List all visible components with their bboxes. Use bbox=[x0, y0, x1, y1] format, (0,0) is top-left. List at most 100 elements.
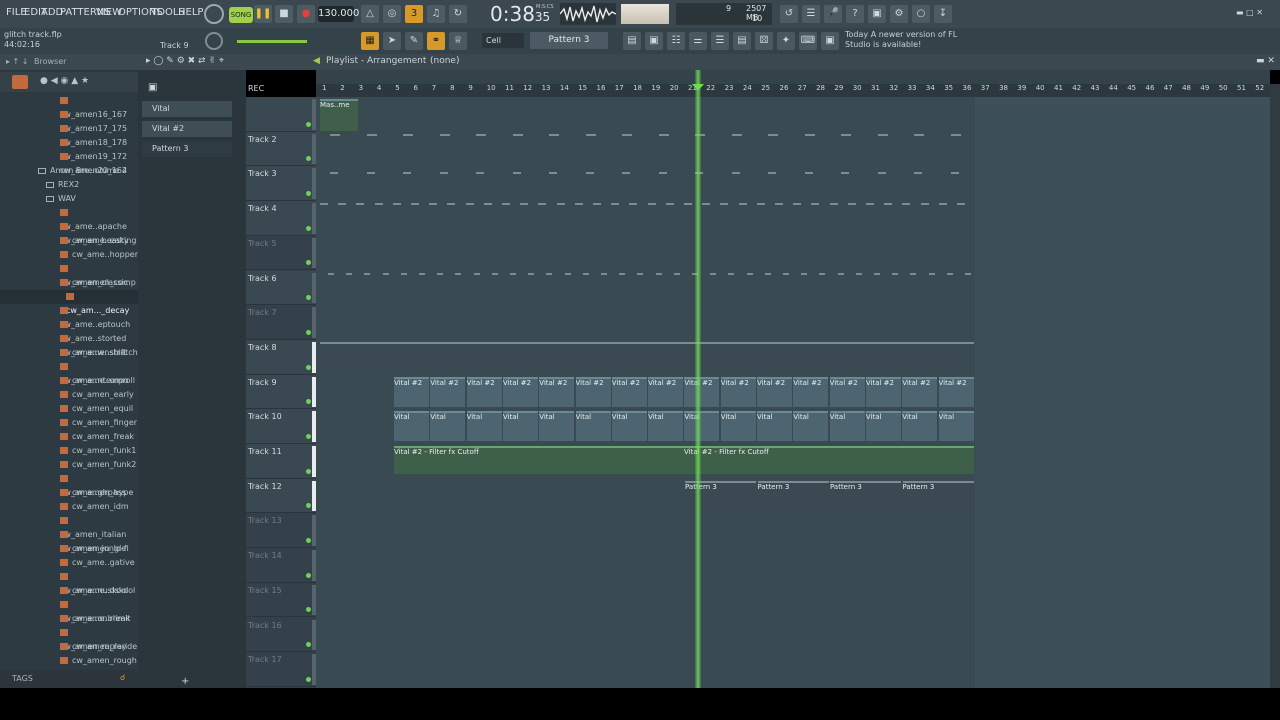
picker-item-vital-2[interactable]: Vital #2 bbox=[142, 121, 232, 137]
tempo-display[interactable]: 130.000 bbox=[318, 6, 359, 22]
track-mute-led-icon[interactable] bbox=[306, 676, 311, 682]
pattern-clip-small[interactable] bbox=[491, 272, 498, 303]
pattern-clip-small[interactable] bbox=[647, 203, 656, 234]
stamp-icon[interactable]: ♕ bbox=[449, 32, 467, 50]
pattern-clip-small[interactable] bbox=[892, 272, 899, 303]
track-header[interactable]: Track 8 bbox=[246, 339, 318, 375]
pattern-3-clip[interactable]: Pattern 3 bbox=[830, 480, 901, 511]
pattern-clip-small[interactable] bbox=[837, 272, 844, 303]
pattern-clip-small[interactable] bbox=[804, 133, 815, 164]
vertical-scrollbar[interactable] bbox=[1270, 84, 1280, 688]
browser-file[interactable]: cw_amen20_164 bbox=[0, 150, 138, 175]
stop-button[interactable]: ■ bbox=[275, 5, 293, 23]
pattern-clip-small[interactable] bbox=[847, 203, 856, 234]
pattern-clip-small[interactable] bbox=[564, 272, 571, 303]
play-button[interactable]: ❚❚ bbox=[254, 5, 272, 23]
arrangement-name[interactable]: (none) bbox=[430, 56, 459, 66]
browser-file[interactable]: cw_ame..storted bbox=[0, 318, 138, 343]
pattern-clip-small[interactable] bbox=[658, 172, 667, 195]
track-header[interactable]: Track 12 bbox=[246, 478, 318, 514]
track-header[interactable]: Track 16 bbox=[246, 617, 318, 653]
playhead[interactable] bbox=[695, 70, 701, 688]
track-mute-led-icon[interactable] bbox=[306, 364, 311, 370]
vital-2-clip[interactable]: Vital #2 bbox=[684, 376, 720, 407]
help-icon[interactable]: ? bbox=[846, 5, 864, 23]
browser-file[interactable]: cw_ame..eptouch bbox=[0, 304, 138, 329]
browser-file[interactable]: cw_amen_idm bbox=[0, 500, 138, 514]
pattern-clip-small[interactable] bbox=[346, 272, 353, 303]
pattern-clip-small[interactable] bbox=[437, 272, 444, 303]
mixer-view-icon[interactable]: ⚌ bbox=[689, 32, 707, 50]
pattern-clip-small[interactable] bbox=[866, 203, 874, 234]
browser-file[interactable]: cw_ame..eaking bbox=[0, 234, 138, 248]
vital-2-clip[interactable]: Vital #2 bbox=[466, 376, 502, 407]
vital-clip[interactable]: Vital bbox=[865, 411, 901, 442]
vital-clip[interactable]: Vital bbox=[757, 411, 792, 442]
plugin-db-icon[interactable]: ⚄ bbox=[755, 32, 773, 50]
vital-clip[interactable]: Vital bbox=[902, 411, 938, 442]
pattern-clip-small[interactable] bbox=[841, 133, 851, 164]
pattern-clip-small[interactable] bbox=[366, 133, 377, 164]
browser-file[interactable]: cw_ame..wnshift bbox=[0, 332, 138, 357]
track-mute-led-icon[interactable] bbox=[306, 503, 311, 509]
master-automation-clip[interactable]: Mas..me bbox=[320, 99, 358, 131]
mixer-icon[interactable]: ☰ bbox=[802, 5, 820, 23]
pattern-clip-small[interactable] bbox=[447, 203, 456, 234]
browser-file[interactable]: cw_amen_italian bbox=[0, 514, 138, 539]
track-mute-led-icon[interactable] bbox=[306, 329, 311, 335]
pattern-clip-small[interactable] bbox=[429, 203, 438, 234]
pattern-clip-small[interactable] bbox=[950, 172, 959, 195]
record-button[interactable]: ● bbox=[297, 5, 315, 23]
pattern-clip-small[interactable] bbox=[455, 272, 462, 303]
audio-clip-long[interactable] bbox=[320, 341, 974, 372]
pattern-clip-small[interactable] bbox=[330, 133, 340, 164]
pattern-3-clip[interactable]: Pattern 3 bbox=[757, 480, 829, 511]
browser-file[interactable]: cw_ame..dskool bbox=[0, 584, 138, 598]
browser-file[interactable]: cw_am..._decay bbox=[0, 290, 138, 315]
pattern-clip-small[interactable] bbox=[655, 272, 662, 303]
playlist-overview[interactable] bbox=[316, 70, 1270, 84]
browser-file[interactable]: cw_ame..apache bbox=[0, 206, 138, 231]
pattern-clip-small[interactable] bbox=[403, 133, 413, 164]
pencil-icon[interactable]: ✎ bbox=[405, 32, 423, 50]
pattern-clip-small[interactable] bbox=[476, 133, 486, 164]
arrow-icon[interactable]: ➤ bbox=[383, 32, 401, 50]
save-icon[interactable]: ▣ bbox=[868, 5, 886, 23]
pattern-clip-small[interactable] bbox=[731, 172, 740, 195]
track-header[interactable]: Track 4 bbox=[246, 201, 318, 236]
pattern-clip-small[interactable] bbox=[804, 172, 813, 195]
mic-icon[interactable]: 🎤 bbox=[824, 5, 842, 23]
track-header[interactable]: Track 3 bbox=[246, 166, 318, 202]
browser-file[interactable]: cw_amen18_178 bbox=[0, 122, 138, 147]
pattern-clip-small[interactable] bbox=[382, 272, 389, 303]
browser-file[interactable]: cw_ame..stratch bbox=[0, 346, 138, 360]
pattern-clip-small[interactable] bbox=[720, 203, 729, 234]
browser-file[interactable]: cw_ame..ntempo bbox=[0, 360, 138, 385]
browser-file[interactable]: cw_amen17_175 bbox=[0, 108, 138, 133]
browser-file[interactable]: cw_ame..nuskool bbox=[0, 570, 138, 595]
pattern-clip-small[interactable] bbox=[549, 172, 557, 195]
pattern-clip-small[interactable] bbox=[483, 203, 492, 234]
track-header[interactable]: Track 15 bbox=[246, 582, 318, 618]
vital-clip[interactable]: Vital bbox=[720, 411, 756, 442]
wait-input-icon[interactable]: ◎ bbox=[383, 5, 401, 23]
pattern-clip-small[interactable] bbox=[673, 272, 680, 303]
vital-clip[interactable]: Vital bbox=[611, 411, 647, 442]
track-mute-led-icon[interactable] bbox=[306, 572, 311, 578]
channel-rack-icon[interactable]: ☷ bbox=[667, 32, 685, 50]
pattern-clip-small[interactable] bbox=[419, 272, 425, 303]
pattern-clip-small[interactable] bbox=[400, 272, 407, 303]
pattern-clip-small[interactable] bbox=[619, 272, 626, 303]
track-mute-led-icon[interactable] bbox=[306, 468, 311, 474]
pattern-clip-small[interactable] bbox=[473, 272, 480, 303]
pattern-clip-small[interactable] bbox=[512, 172, 521, 195]
browser-file[interactable]: cw_ame..rlimit ★ bbox=[0, 612, 138, 637]
vital-clip[interactable]: Vital bbox=[430, 411, 466, 442]
pattern-clip-small[interactable] bbox=[502, 203, 510, 234]
pattern-clip-small[interactable] bbox=[593, 203, 601, 234]
download-icon[interactable]: ↧ bbox=[934, 5, 952, 23]
pattern-clip-small[interactable] bbox=[574, 203, 583, 234]
pattern-clip-small[interactable] bbox=[374, 203, 383, 234]
pattern-clip-small[interactable] bbox=[556, 203, 565, 234]
browser-file[interactable]: cw_amen_reride bbox=[0, 640, 138, 654]
